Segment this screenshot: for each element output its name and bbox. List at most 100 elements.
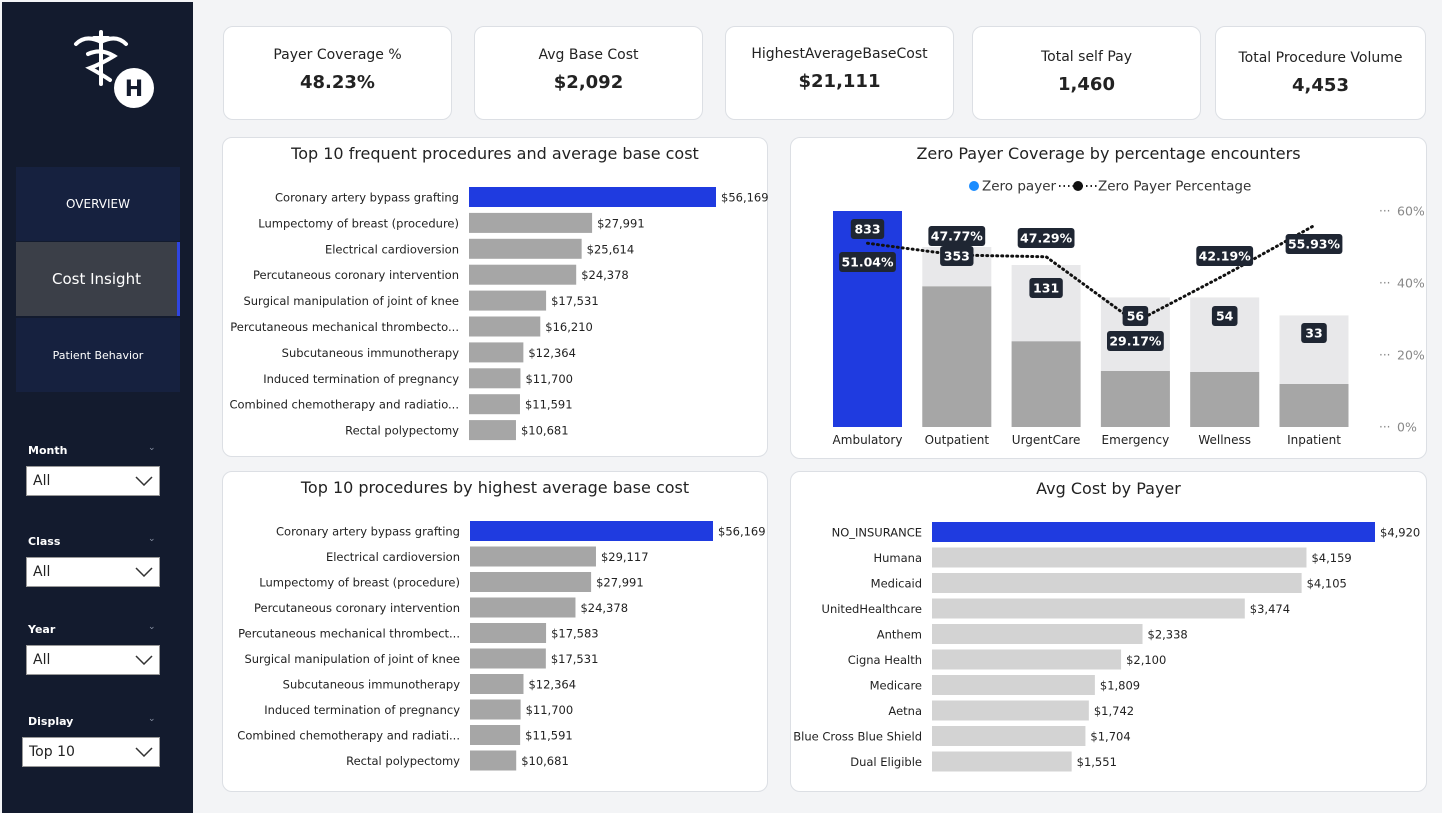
bar-value-label: 131 xyxy=(1033,281,1059,296)
bar[interactable] xyxy=(932,726,1086,746)
chevron-down-icon[interactable]: ⌄ xyxy=(148,622,158,632)
bar[interactable] xyxy=(470,521,713,541)
axis-tick-label: 0% xyxy=(1397,420,1417,435)
data-label: $29,117 xyxy=(601,550,649,564)
kpi-card-total-self-pay: Total self Pay 1,460 xyxy=(972,26,1201,120)
category-label: Induced termination of pregnancy xyxy=(263,372,459,386)
chevron-down-icon xyxy=(135,747,153,757)
bar[interactable] xyxy=(1190,372,1260,427)
category-label: Combined chemotherapy and radiatio... xyxy=(229,398,459,412)
chevron-down-icon xyxy=(135,567,153,577)
bar[interactable] xyxy=(470,699,521,720)
data-label: $4,920 xyxy=(1380,526,1420,540)
data-label: $17,531 xyxy=(551,652,599,666)
bar[interactable] xyxy=(470,725,521,745)
bar-chart-svg: Coronary artery bypass grafting $56,169 Lu… xyxy=(229,187,769,441)
bar[interactable] xyxy=(932,598,1245,619)
percent-value-label: 29.17% xyxy=(1109,334,1162,349)
class-dropdown[interactable]: All xyxy=(26,557,160,587)
data-label: $10,681 xyxy=(521,424,569,438)
class-filter-label: Class xyxy=(28,535,61,548)
nav-cost-insight[interactable]: Cost Insight xyxy=(16,242,180,316)
class-dropdown-value: All xyxy=(33,564,51,580)
kpi-card-avg-base-cost: Avg Base Cost $2,092 xyxy=(474,26,703,120)
chevron-down-icon xyxy=(135,655,153,665)
chevron-down-icon[interactable]: ⌄ xyxy=(148,714,158,724)
bar[interactable] xyxy=(469,238,582,259)
avg-cost-by-payer-chart: Avg Cost by Payer NO_INSURANCE $4,920 Huma… xyxy=(790,471,1427,792)
kpi-label: Total self Pay xyxy=(1041,49,1132,65)
nav-patient-behavior[interactable]: Patient Behavior xyxy=(16,318,180,392)
bar[interactable] xyxy=(469,368,521,389)
bar[interactable] xyxy=(922,286,992,427)
chevron-down-icon[interactable]: ⌄ xyxy=(148,443,158,453)
bar[interactable] xyxy=(1100,370,1170,427)
kpi-label: Payer Coverage % xyxy=(273,47,402,63)
kpi-card-total-procedure-volume: Total Procedure Volume 4,453 xyxy=(1215,26,1426,120)
bar[interactable] xyxy=(469,290,547,311)
bar[interactable] xyxy=(470,648,546,669)
nav-overview-label: OVERVIEW xyxy=(66,197,130,211)
legend-dot-icon xyxy=(969,181,979,191)
category-label: Percutaneous mechanical thrombecto... xyxy=(230,320,459,334)
nav-overview[interactable]: OVERVIEW xyxy=(16,167,180,241)
bar[interactable] xyxy=(932,675,1095,695)
bar[interactable] xyxy=(469,342,524,363)
bar[interactable] xyxy=(470,750,517,771)
bar[interactable] xyxy=(1011,341,1081,427)
category-label: Blue Cross Blue Shield xyxy=(793,730,922,744)
category-label: Emergency xyxy=(1102,433,1170,447)
bar[interactable] xyxy=(469,187,716,207)
legend-label: Zero payer xyxy=(982,179,1056,195)
bar[interactable] xyxy=(932,573,1302,593)
display-dropdown[interactable]: Top 10 xyxy=(22,737,160,767)
category-label: Surgical manipulation of joint of knee xyxy=(243,294,459,308)
category-label: Medicare xyxy=(870,679,922,693)
category-label: Aetna xyxy=(888,704,922,718)
category-label: Electrical cardioversion xyxy=(326,550,460,564)
category-label: Subcutaneous immunotherapy xyxy=(283,678,461,692)
data-label: $1,551 xyxy=(1077,755,1117,769)
bar[interactable] xyxy=(932,649,1122,670)
category-label: Outpatient xyxy=(925,433,990,447)
category-label: Anthem xyxy=(877,628,922,642)
bar[interactable] xyxy=(470,623,547,643)
data-label: $16,210 xyxy=(545,320,593,334)
bar[interactable] xyxy=(932,751,1072,772)
percent-value-label: 42.19% xyxy=(1199,249,1252,264)
bar[interactable] xyxy=(469,316,541,337)
bar[interactable] xyxy=(1279,384,1349,427)
bar[interactable] xyxy=(469,264,577,285)
chevron-down-icon[interactable]: ⌄ xyxy=(148,534,158,544)
bar-value-label: 54 xyxy=(1216,309,1234,324)
data-label: $4,105 xyxy=(1307,577,1347,591)
bar[interactable] xyxy=(932,700,1089,721)
axis-tick-label: 20% xyxy=(1397,348,1425,363)
data-label: $27,991 xyxy=(596,576,644,590)
zero-payer-coverage-chart: Zero Payer Coverage by percentage encoun… xyxy=(790,137,1427,459)
bar-value-label: 56 xyxy=(1127,309,1145,324)
year-dropdown[interactable]: All xyxy=(26,645,160,675)
bar[interactable] xyxy=(469,420,516,441)
data-label: $10,681 xyxy=(521,754,569,768)
percent-value-label: 51.04% xyxy=(841,255,894,270)
axis-tick-label: ··· xyxy=(1379,276,1390,290)
bar[interactable] xyxy=(470,546,596,567)
category-label: Surgical manipulation of joint of knee xyxy=(244,652,460,666)
sidebar: H OVERVIEW Cost Insight Patient Behavior… xyxy=(2,2,193,813)
top10-highest-cost-procedures-chart: Top 10 procedures by highest average bas… xyxy=(222,471,768,792)
category-label: Lumpectomy of breast (procedure) xyxy=(259,576,460,590)
bar[interactable] xyxy=(932,624,1143,644)
bar[interactable] xyxy=(470,674,524,694)
data-label: $56,169 xyxy=(721,191,769,205)
bar[interactable] xyxy=(470,572,592,592)
bar[interactable] xyxy=(469,394,520,415)
category-label: Percutaneous coronary intervention xyxy=(253,268,459,282)
category-label: UnitedHealthcare xyxy=(822,602,922,616)
bar[interactable] xyxy=(470,597,576,618)
month-dropdown[interactable]: All xyxy=(26,466,160,496)
bar[interactable] xyxy=(932,547,1307,568)
bar[interactable] xyxy=(932,522,1375,542)
bar[interactable] xyxy=(469,212,593,233)
bar-chart-svg: NO_INSURANCE $4,920 Humana $4,159 Medicaid $4… xyxy=(793,522,1420,772)
